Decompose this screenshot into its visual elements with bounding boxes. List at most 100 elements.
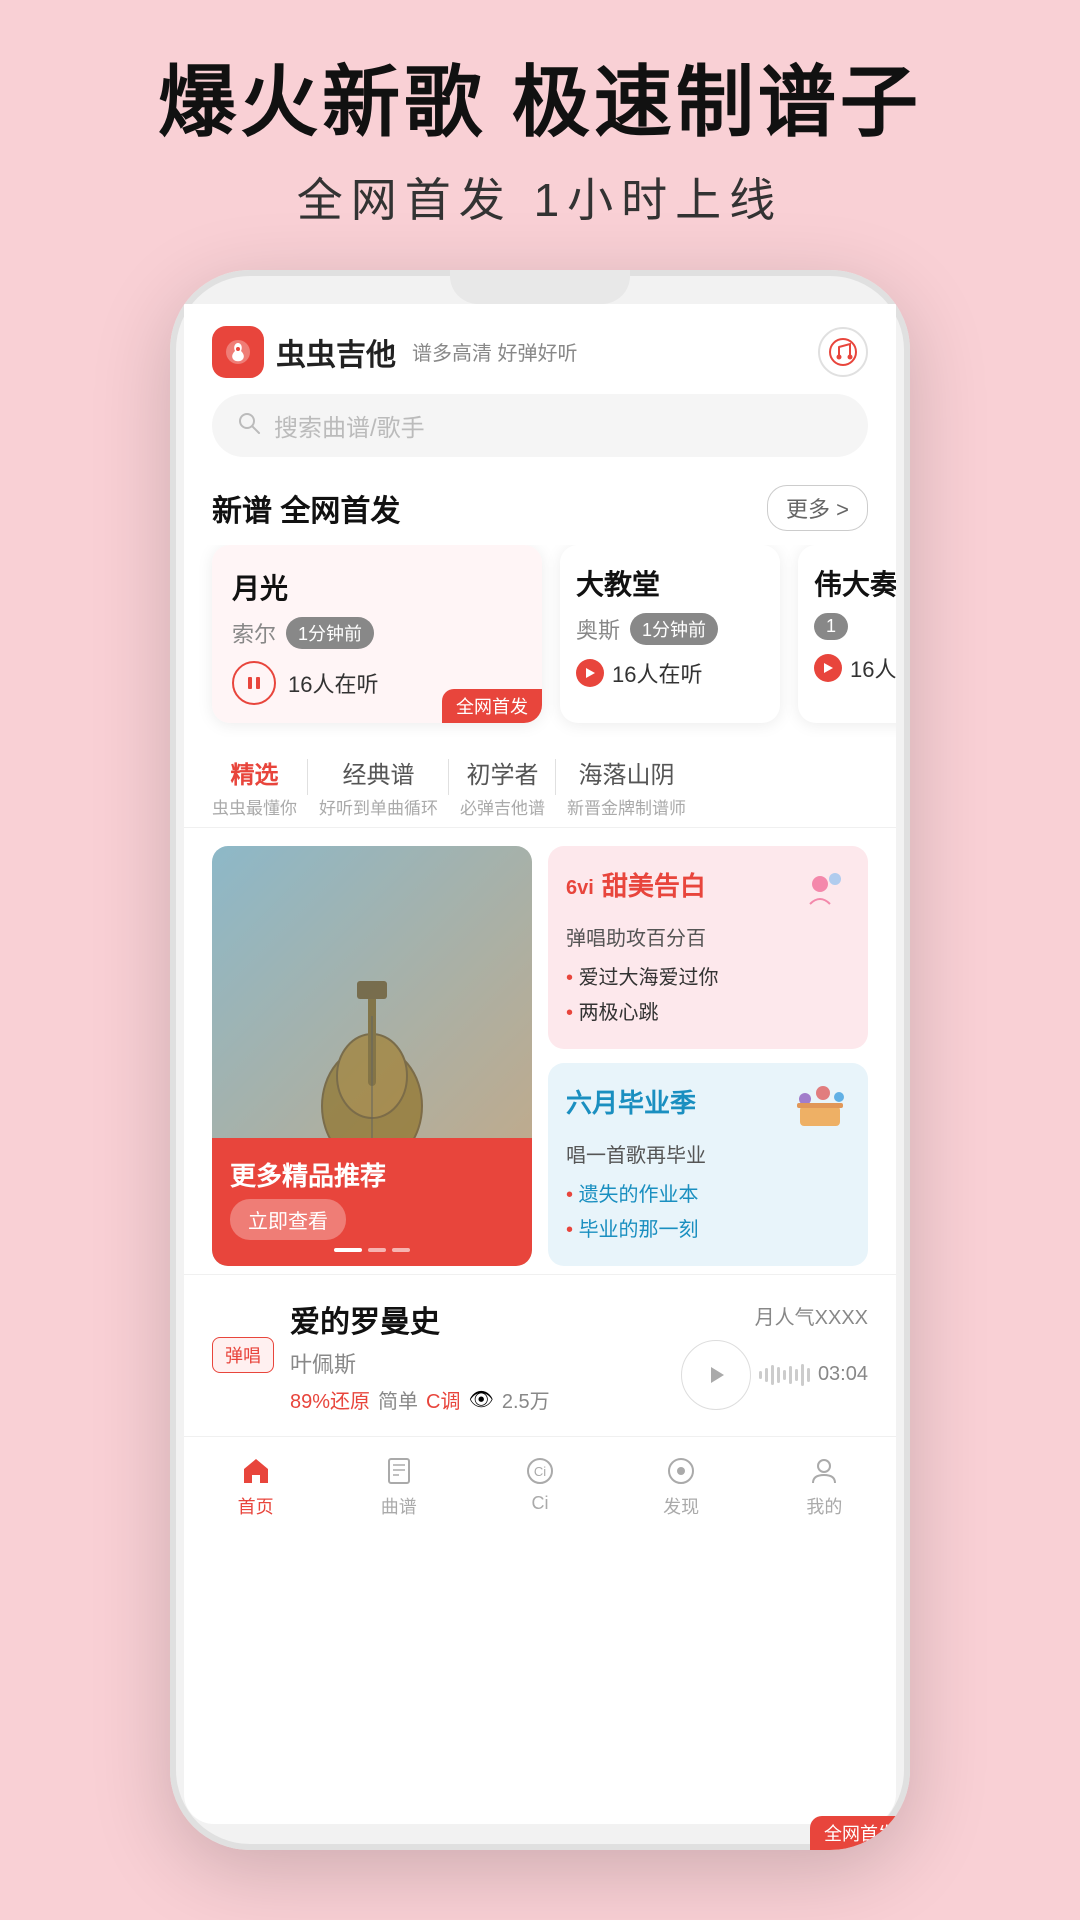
song-duration: 03:04 [818, 1363, 868, 1386]
promo-prefix-pink: 6vi [566, 877, 594, 900]
song-card-main-inner: 月光 索尔 1分钟前 16人在听 [212, 545, 542, 723]
song-listeners-sm1: 16人在听 [576, 657, 764, 689]
promo-item-pink-2: 两极心跳 [566, 996, 850, 1025]
phone-notch [450, 270, 630, 304]
nav-home[interactable]: 首页 [238, 1455, 274, 1519]
song-tag: 弹唱 [212, 1337, 274, 1373]
promo-card-blue[interactable]: 六月毕业季 唱一首歌再毕业 遗失的作业本 [548, 1063, 868, 1266]
svg-text:Ci: Ci [534, 1464, 546, 1479]
nav-scores[interactable]: 曲谱 [381, 1455, 417, 1519]
song-title-sm1: 大教堂 [576, 563, 764, 603]
tab-jingxuan[interactable]: 精选 虫虫最懂你 [212, 755, 319, 819]
promo-title-pink: 甜美告白 [602, 866, 706, 903]
app-slogan: 谱多高清 好弹好听 [412, 337, 578, 366]
featured-btn[interactable]: 立即查看 [230, 1199, 346, 1240]
search-icon [236, 410, 262, 441]
headline-main: 爆火新歌 极速制谱子 [158, 60, 922, 146]
waveform [759, 1361, 810, 1389]
song-artist: 索尔 [232, 617, 276, 649]
headline-area: 爆火新歌 极速制谱子 全网首发 1小时上线 [158, 60, 922, 230]
song-list-item[interactable]: 弹唱 爱的罗曼史 叶佩斯 89%还原 简单 C调 👁 2.5万 月人气XXXX [184, 1274, 896, 1436]
listeners-sm1: 16人在听 [612, 657, 702, 689]
more-button[interactable]: 更多 > [767, 485, 868, 531]
search-bar[interactable]: 搜索曲谱/歌手 [212, 394, 868, 457]
tab-sub-jingxuan: 虫虫最懂你 [212, 794, 297, 819]
headline-sub: 全网首发 1小时上线 [158, 164, 922, 230]
page-background: 爆火新歌 极速制谱子 全网首发 1小时上线 虫虫吉他 [0, 0, 1080, 1920]
play-icon-sm2[interactable] [814, 654, 842, 682]
dot-3 [392, 1248, 410, 1252]
restore-stat: 89%还原 [290, 1385, 370, 1414]
phone-screen: 虫虫吉他 谱多高清 好弹好听 [184, 304, 896, 1824]
bottom-nav: 首页 曲谱 Ci Ci [184, 1436, 896, 1533]
song-play-btn[interactable] [681, 1340, 751, 1410]
song-title-sm2: 伟大奏曲 [814, 563, 896, 603]
song-card-sm-2-inner: 伟大奏曲 1 16人在听 [798, 545, 896, 698]
search-placeholder: 搜索曲谱/歌手 [274, 408, 425, 443]
app-name: 虫虫吉他 [276, 330, 396, 374]
tab-label-classic: 经典谱 [319, 755, 438, 790]
song-list-stats: 89%还原 简单 C调 👁 2.5万 [290, 1385, 665, 1414]
play-icon-sm1[interactable] [576, 659, 604, 687]
tab-sub-beginner: 必弹吉他谱 [460, 794, 545, 819]
tab-label-beginner: 初学者 [460, 755, 545, 790]
category-tabs: 精选 虫虫最懂你 经典谱 好听到单曲循环 初学者 必弹吉他谱 海落山阴 新晋金牌… [184, 737, 896, 828]
tab-classic[interactable]: 经典谱 好听到单曲循环 [319, 755, 460, 819]
song-list-info: 爱的罗曼史 叶佩斯 89%还原 简单 C调 👁 2.5万 [290, 1297, 665, 1414]
pause-icon[interactable] [232, 661, 276, 705]
nav-home-label: 首页 [238, 1493, 274, 1519]
promo-title-blue: 六月毕业季 [566, 1083, 696, 1120]
promo-subtitle-pink: 弹唱助攻百分百 [566, 922, 850, 951]
tab-label-jingxuan: 精选 [212, 755, 297, 790]
song-listeners-sm2: 16人在听 [814, 652, 896, 684]
song-artist-sm1: 奥斯 [576, 613, 620, 645]
song-card-sm-2[interactable]: 伟大奏曲 1 16人在听 [798, 545, 896, 723]
nav-scores-label: 曲谱 [381, 1493, 417, 1519]
nav-discover-label: 发现 [663, 1493, 699, 1519]
listeners-sm2: 16人在听 [850, 652, 896, 684]
song-list-artist: 叶佩斯 [290, 1347, 665, 1379]
song-card-sm-1[interactable]: 大教堂 奥斯 1分钟前 16人在听 [560, 545, 780, 723]
app-header: 虫虫吉他 谱多高清 好弹好听 [184, 304, 896, 394]
app-logo-icon [212, 326, 264, 378]
phone-shell: 虫虫吉他 谱多高清 好弹好听 [170, 270, 910, 1850]
new-songs-header: 新谱 全网首发 更多 > [184, 475, 896, 545]
new-songs-title: 新谱 全网首发 [212, 486, 400, 530]
listeners-count: 16人在听 [288, 667, 378, 699]
nav-ci-label: Ci [531, 1493, 548, 1514]
song-card-main[interactable]: 月光 索尔 1分钟前 16人在听 [212, 545, 542, 723]
featured-left[interactable]: 更多精品推荐 立即查看 [212, 846, 532, 1266]
tab-beginner[interactable]: 初学者 必弹吉他谱 [460, 755, 567, 819]
views-icon: 👁 [468, 1387, 493, 1412]
first-badge: 全网首发 [442, 689, 542, 723]
music-note-icon[interactable] [818, 327, 868, 377]
featured-grid: 更多精品推荐 立即查看 6vi [184, 828, 896, 1274]
dot-1 [334, 1248, 362, 1252]
nav-discover[interactable]: 发现 [663, 1455, 699, 1519]
tab-sub-classic: 好听到单曲循环 [319, 794, 438, 819]
featured-right: 6vi 甜美告白 弹唱助攻百分百 爱过大海爱过你 两极心跳 [548, 846, 868, 1266]
song-time-sm2: 1 [814, 613, 848, 640]
views-count: 2.5万 [502, 1385, 550, 1414]
nav-profile[interactable]: 我的 [806, 1455, 842, 1519]
song-list-meta: 月人气XXXX [681, 1301, 868, 1410]
promo-subtitle-blue: 唱一首歌再毕业 [566, 1139, 850, 1168]
promo-item-blue-2: 毕业的那一刻 [566, 1213, 850, 1242]
tab-label-hailuoshanyin: 海落山阴 [567, 755, 686, 790]
featured-dots [230, 1248, 514, 1252]
song-popularity: 月人气XXXX [681, 1301, 868, 1330]
key-stat: C调 [426, 1385, 460, 1414]
featured-overlay: 更多精品推荐 立即查看 [212, 1138, 532, 1266]
song-artist-row: 索尔 1分钟前 [232, 617, 522, 649]
songs-scroll: 月光 索尔 1分钟前 16人在听 [184, 545, 896, 737]
song-card-sm-1-inner: 大教堂 奥斯 1分钟前 16人在听 [560, 545, 780, 703]
featured-title: 更多精品推荐 [230, 1156, 514, 1193]
tab-hailuoshanyin[interactable]: 海落山阴 新晋金牌制谱师 [567, 755, 708, 819]
promo-card-pink[interactable]: 6vi 甜美告白 弹唱助攻百分百 爱过大海爱过你 两极心跳 [548, 846, 868, 1049]
dot-2 [368, 1248, 386, 1252]
promo-item-pink-1: 爱过大海爱过你 [566, 961, 850, 990]
song-time-badge: 1分钟前 [286, 617, 374, 649]
tab-sub-hailuoshanyin: 新晋金牌制谱师 [567, 794, 686, 819]
song-time-sm1: 1分钟前 [630, 613, 718, 645]
nav-ci[interactable]: Ci Ci [524, 1455, 556, 1519]
